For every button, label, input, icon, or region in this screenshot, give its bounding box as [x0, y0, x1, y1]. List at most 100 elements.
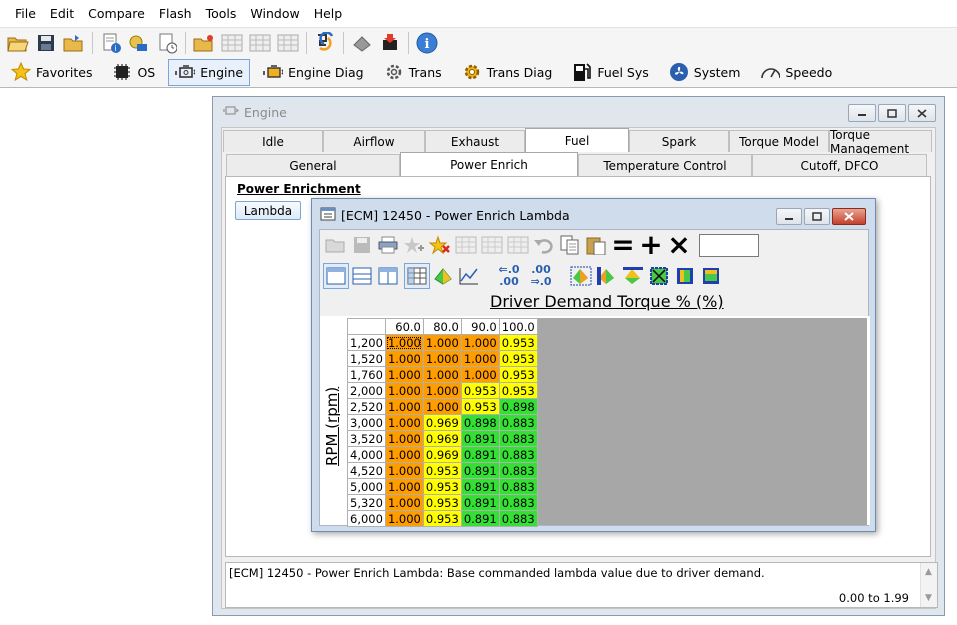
table-cell[interactable]: 0.891 [460, 462, 500, 479]
column-header[interactable]: 80.0 [422, 318, 462, 335]
multiply-value-button[interactable]: × [665, 231, 693, 259]
color-left-icon[interactable] [594, 263, 620, 289]
color-top-icon[interactable] [620, 263, 646, 289]
table-icon[interactable] [219, 30, 245, 56]
table-cell[interactable]: 1.000 [422, 398, 462, 415]
tab-cutoff-dfco[interactable]: Cutoff, DFCO [752, 154, 927, 176]
table-cell[interactable]: 0.953 [498, 350, 538, 367]
table-cell[interactable]: 0.898 [460, 414, 500, 431]
view-vertical-icon[interactable] [375, 263, 401, 289]
lambda-button[interactable]: Lambda [235, 201, 301, 220]
table-cell[interactable]: 0.891 [460, 430, 500, 447]
table-cell[interactable]: 0.953 [460, 398, 500, 415]
tab-idle[interactable]: Idle [223, 130, 323, 152]
table-cell[interactable]: 0.953 [422, 510, 462, 527]
copy-icon[interactable] [557, 232, 583, 258]
menu-compare[interactable]: Compare [81, 0, 152, 27]
table-cell[interactable]: 0.883 [498, 414, 538, 431]
table-cell[interactable]: 1.000 [384, 494, 424, 511]
row-header[interactable]: 6,000 [347, 510, 386, 527]
row-header[interactable]: 5,000 [347, 478, 386, 495]
row-header[interactable]: 5,320 [347, 494, 386, 511]
table-cell[interactable]: 0.883 [498, 510, 538, 527]
table-cell[interactable]: 1.000 [460, 350, 500, 367]
table-cell[interactable]: 0.969 [422, 414, 462, 431]
view-graph-icon[interactable] [456, 263, 482, 289]
table-cell[interactable]: 1.000 [422, 350, 462, 367]
tab-exhaust[interactable]: Exhaust [425, 130, 525, 152]
description-scrollbar[interactable]: ▲ ▼ [920, 563, 937, 607]
module-trans-button[interactable]: Trans [377, 59, 449, 86]
minimize-button[interactable] [848, 104, 876, 122]
read-chip-icon[interactable] [349, 30, 375, 56]
select-box-icon[interactable] [646, 263, 672, 289]
menu-window[interactable]: Window [243, 0, 306, 27]
tab-spark[interactable]: Spark [629, 130, 729, 152]
about-icon[interactable]: i [414, 30, 440, 56]
table-cell[interactable]: 1.000 [384, 510, 424, 527]
view-normal-icon[interactable] [323, 263, 349, 289]
row-header[interactable]: 4,000 [347, 446, 386, 463]
module-os-button[interactable]: OS [105, 59, 162, 86]
tab-general[interactable]: General [226, 154, 400, 176]
table-cell[interactable]: 0.891 [460, 478, 500, 495]
row-header[interactable]: 3,520 [347, 430, 386, 447]
module-trans-diag-button[interactable]: Trans Diag [455, 59, 560, 86]
column-header[interactable]: 100.0 [498, 318, 538, 335]
color-fill-icon[interactable] [568, 263, 594, 289]
table-cell[interactable]: 1.000 [422, 334, 462, 351]
module-system-button[interactable]: System [662, 59, 748, 86]
table-cell[interactable]: 0.953 [498, 366, 538, 383]
table-cell[interactable]: 1.000 [384, 430, 424, 447]
menu-flash[interactable]: Flash [152, 0, 199, 27]
table-cell[interactable]: 0.891 [460, 510, 500, 527]
table-cell[interactable]: 1.000 [460, 334, 500, 351]
table-icon[interactable] [453, 232, 479, 258]
module-fuel-sys-button[interactable]: Fuel Sys [565, 59, 655, 86]
undo-icon[interactable] [531, 232, 557, 258]
row-header[interactable]: 1,520 [347, 350, 386, 367]
table-cell[interactable]: 0.953 [422, 478, 462, 495]
tab-airflow[interactable]: Airflow [323, 130, 425, 152]
table-cell[interactable]: 1.000 [384, 334, 424, 351]
maximize-button[interactable] [878, 104, 906, 122]
table-cell[interactable]: 1.000 [384, 382, 424, 399]
table-cell[interactable]: 0.969 [422, 430, 462, 447]
table-cell[interactable]: 0.883 [498, 494, 538, 511]
tab-torque-model[interactable]: Torque Model [729, 130, 829, 152]
open-recent-icon[interactable] [61, 30, 87, 56]
save-icon[interactable] [33, 30, 59, 56]
view-3d-icon[interactable] [430, 263, 456, 289]
table2-icon[interactable] [479, 232, 505, 258]
row-header[interactable]: 2,000 [347, 382, 386, 399]
table-cell[interactable]: 1.000 [384, 398, 424, 415]
table-cell[interactable]: 0.898 [498, 398, 538, 415]
print-icon[interactable] [375, 232, 401, 258]
set-value-button[interactable]: = [609, 231, 637, 259]
table-cell[interactable]: 0.953 [422, 494, 462, 511]
table3-icon[interactable] [505, 232, 531, 258]
open-folder-icon[interactable] [5, 30, 31, 56]
file-info-icon[interactable]: i [98, 30, 124, 56]
table-cell[interactable]: 0.891 [460, 446, 500, 463]
save-icon[interactable] [349, 232, 375, 258]
table-cell[interactable]: 1.000 [460, 366, 500, 383]
tab-torque-management[interactable]: Torque Management [829, 128, 932, 156]
table-cell[interactable]: 0.953 [460, 382, 500, 399]
row-header[interactable]: 4,520 [347, 462, 386, 479]
table-cell[interactable]: 0.883 [498, 430, 538, 447]
close-button[interactable] [832, 208, 866, 225]
add-value-button[interactable]: + [637, 231, 665, 259]
table-cell[interactable]: 0.883 [498, 462, 538, 479]
view-table-icon[interactable] [404, 263, 430, 289]
checksum-icon[interactable] [312, 30, 338, 56]
scroll-down-icon[interactable]: ▼ [925, 593, 932, 603]
file-history-icon[interactable] [154, 30, 180, 56]
tab-fuel[interactable]: Fuel [525, 128, 629, 152]
menu-tools[interactable]: Tools [199, 0, 244, 27]
table-cell[interactable]: 1.000 [384, 446, 424, 463]
table-cell[interactable]: 1.000 [384, 462, 424, 479]
remove-favorite-icon[interactable] [427, 232, 453, 258]
decimal-decrease-icon[interactable]: .00 ⇒.0 [526, 264, 556, 288]
value-input[interactable] [699, 233, 759, 257]
